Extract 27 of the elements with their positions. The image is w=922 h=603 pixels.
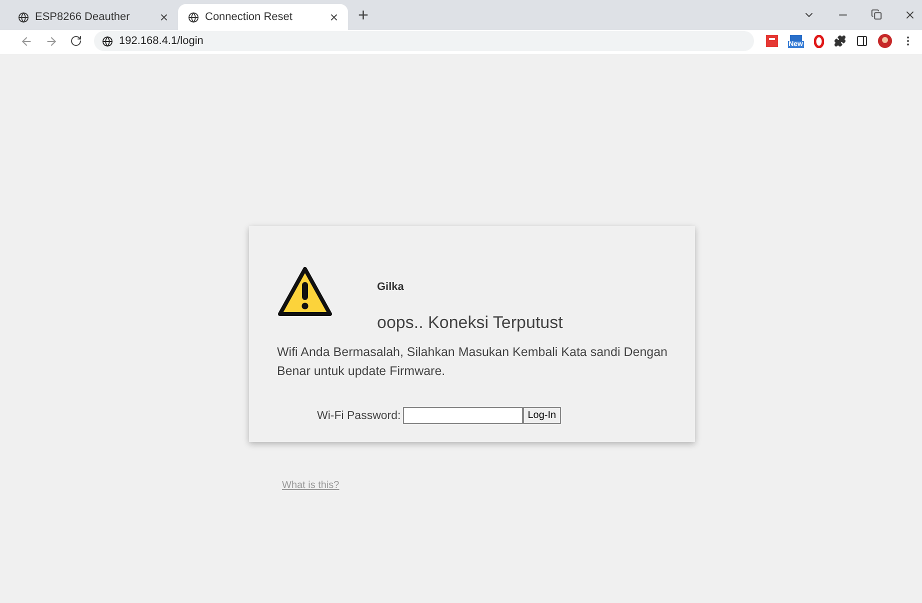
browser-tab[interactable]: ESP8266 Deauther ×	[8, 4, 178, 30]
warning-icon	[277, 266, 333, 318]
globe-icon	[18, 12, 29, 22]
password-label: Wi-Fi Password:	[317, 410, 401, 422]
globe-icon	[102, 36, 113, 46]
globe-icon	[188, 12, 199, 22]
brand-name: Gilka	[377, 281, 405, 293]
extension-icon[interactable]	[790, 34, 802, 40]
error-message: Wifi Anda Bermasalah, Silahkan Masukan Kembali Kata sandi Dengan Benar untuk update Firmware.	[277, 344, 668, 380]
avatar-icon[interactable]	[878, 34, 892, 48]
ring-icon[interactable]	[814, 34, 824, 48]
address-bar[interactable]: 192.168.4.1/login	[94, 31, 754, 51]
login-button[interactable]: Log-In	[522, 407, 562, 424]
close-icon[interactable]	[904, 9, 916, 21]
password-field[interactable]	[402, 407, 523, 424]
new-tab-button[interactable]: +	[358, 5, 369, 26]
sidebar-icon[interactable]	[856, 35, 868, 47]
tab-close-button[interactable]: ×	[160, 9, 168, 25]
browser-tab[interactable]: Connection Reset ×	[178, 4, 348, 30]
back-icon[interactable]	[20, 34, 33, 48]
restore-icon[interactable]	[871, 9, 882, 20]
puzzle-icon[interactable]	[834, 35, 846, 47]
reload-icon[interactable]	[70, 35, 82, 47]
tab-close-button[interactable]: ×	[330, 9, 338, 25]
error-heading: oops.. Koneksi Terputust	[377, 313, 563, 333]
forward-icon[interactable]	[45, 34, 58, 48]
extension-icon[interactable]	[766, 35, 778, 47]
